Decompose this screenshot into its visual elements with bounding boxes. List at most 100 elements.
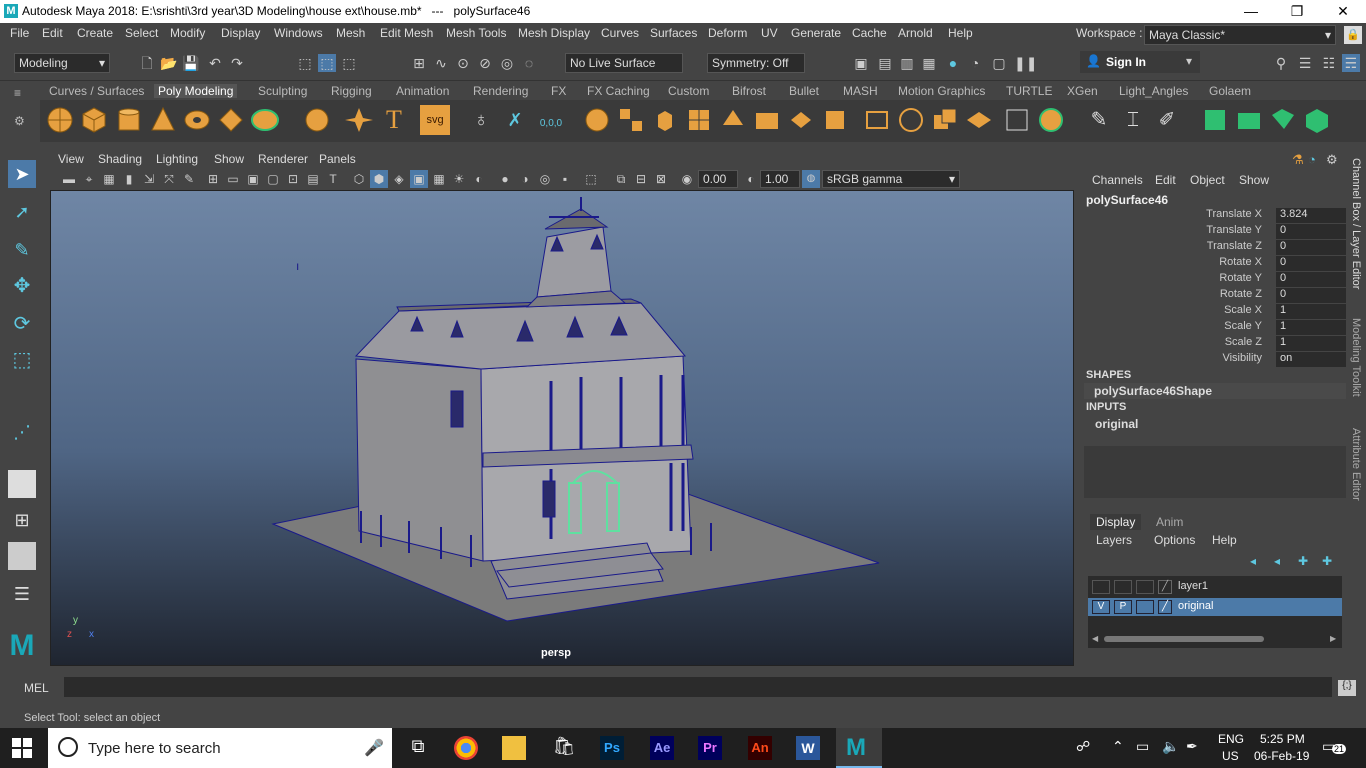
language-top[interactable]: ENG	[1218, 732, 1244, 746]
layer-visibility-toggle[interactable]	[1092, 580, 1110, 594]
scroll-left-icon[interactable]: ◀	[1092, 634, 1098, 643]
command-input[interactable]	[64, 677, 1332, 697]
layer-menu-help[interactable]: Help	[1212, 533, 1237, 547]
attribute-editor-icon[interactable]: ☰	[1296, 54, 1314, 72]
settings-gear-icon[interactable]: ⚙	[1326, 152, 1338, 168]
save-scene-icon[interactable]: 💾	[182, 54, 200, 72]
shape-row[interactable]: polySurface46Shape	[1084, 383, 1346, 399]
attr-row[interactable]: Visibility on	[1080, 352, 1346, 368]
attr-row[interactable]: Scale X 1	[1080, 304, 1346, 320]
color-space-dropdown[interactable]: sRGB gamma ▾	[822, 170, 960, 188]
attr-row[interactable]: Rotate Y 0	[1080, 272, 1346, 288]
rotate-tool-icon[interactable]: ⟳	[8, 310, 36, 338]
use-all-lights-icon[interactable]: ▦	[430, 170, 448, 188]
viewport-menu-panels[interactable]: Panels	[319, 152, 356, 166]
soft-select-icon[interactable]: ♁	[466, 105, 496, 135]
grid-toggle-icon[interactable]: ⊞	[204, 170, 222, 188]
show-hidden-icons-chevron-icon[interactable]: ⌃	[1112, 738, 1124, 755]
tab-attribute-editor[interactable]: Attribute Editor	[1350, 428, 1362, 501]
tab-turtle[interactable]: TURTLE	[1006, 84, 1052, 98]
snap-grid-icon[interactable]: ⊞	[410, 54, 428, 72]
menu-mesh-display[interactable]: Mesh Display	[518, 26, 590, 40]
snap-surface-icon[interactable]: ◎	[498, 54, 516, 72]
tab-animation[interactable]: Animation	[396, 84, 449, 98]
viewport[interactable]: ı y x z persp	[50, 190, 1074, 666]
layer-display-type-toggle[interactable]	[1136, 580, 1154, 594]
combine-icon[interactable]	[582, 105, 612, 135]
channel-menu-edit[interactable]: Edit	[1155, 173, 1176, 187]
menu-edit[interactable]: Edit	[42, 26, 63, 40]
tab-bifrost[interactable]: Bifrost	[732, 84, 766, 98]
after-effects-icon[interactable]: Ae	[650, 736, 674, 760]
attr-row[interactable]: Translate Y 0	[1080, 224, 1346, 240]
premiere-icon[interactable]: Pr	[698, 736, 722, 760]
menu-modify[interactable]: Modify	[170, 26, 205, 40]
menu-select[interactable]: Select	[125, 26, 158, 40]
menu-uv[interactable]: UV	[761, 26, 778, 40]
shadows-icon[interactable]: ☀	[450, 170, 468, 188]
menu-arnold[interactable]: Arnold	[898, 26, 933, 40]
attr-value[interactable]: 1	[1276, 304, 1346, 319]
xray-icon[interactable]: ⬚	[582, 170, 600, 188]
layer-playback-toggle[interactable]: P	[1114, 600, 1132, 614]
maya-taskbar-button[interactable]: M	[836, 728, 882, 768]
snap-view-icon[interactable]: ⊘	[476, 54, 494, 72]
new-layer-selected-icon[interactable]: ✚	[1322, 554, 1332, 568]
move-tool-icon[interactable]: ✥	[8, 272, 36, 300]
menu-file[interactable]: File	[10, 26, 29, 40]
xray-joints-icon[interactable]: ⧉	[612, 170, 630, 188]
gamma-field[interactable]: 1.00	[760, 170, 800, 188]
workspace-dropdown[interactable]: Maya Classic* ▾	[1144, 25, 1336, 45]
redo-icon[interactable]: ↷	[228, 54, 246, 72]
microphone-icon[interactable]: 🎤	[364, 738, 384, 758]
attr-value[interactable]: 1	[1276, 336, 1346, 351]
viewport-menu-lighting[interactable]: Lighting	[156, 152, 198, 166]
exposure-icon[interactable]: ◉	[678, 170, 696, 188]
reduce-icon[interactable]	[964, 105, 994, 135]
menu-windows[interactable]: Windows	[274, 26, 323, 40]
menu-curves[interactable]: Curves	[601, 26, 639, 40]
insert-edge-loop-icon[interactable]	[786, 105, 816, 135]
tab-anim[interactable]: Anim	[1156, 515, 1183, 529]
people-icon[interactable]: ☍	[1076, 738, 1090, 755]
show-shape-icon[interactable]: ◔	[1308, 152, 1316, 167]
wireframe-on-shaded-icon[interactable]: ◈	[390, 170, 408, 188]
script-editor-icon[interactable]: {;}	[1338, 680, 1356, 696]
render-settings-icon[interactable]: ▦	[920, 54, 938, 72]
last-tool-icon[interactable]: ⋰	[8, 418, 36, 446]
lattice-icon[interactable]: ⌶	[1118, 105, 1148, 135]
tab-curves-surfaces[interactable]: Curves / Surfaces	[49, 84, 144, 98]
attr-value[interactable]: on	[1276, 352, 1346, 367]
select-hierarchy-icon[interactable]: ⬚	[296, 54, 314, 72]
planar-mapping-icon[interactable]	[1002, 105, 1032, 135]
menu-mesh-tools[interactable]: Mesh Tools	[446, 26, 506, 40]
clock-time[interactable]: 5:25 PM	[1260, 732, 1305, 746]
bookmarks-icon[interactable]: ▦	[100, 170, 118, 188]
house-model[interactable]	[51, 191, 1073, 665]
render-sequence-icon[interactable]: ▤	[876, 54, 894, 72]
film-gate-icon[interactable]: ▭	[224, 170, 242, 188]
uv-editor-icon[interactable]	[1200, 105, 1230, 135]
snap-point-icon[interactable]: ⊙	[454, 54, 472, 72]
super-shape-icon[interactable]	[344, 105, 374, 135]
clock-date[interactable]: 06-Feb-19	[1254, 749, 1309, 763]
smooth-icon[interactable]	[862, 105, 892, 135]
paint-weights-icon[interactable]: ✎	[1084, 105, 1114, 135]
photoshop-icon[interactable]: Ps	[600, 736, 624, 760]
tab-xgen[interactable]: XGen	[1067, 84, 1098, 98]
channel-menu-show[interactable]: Show	[1239, 173, 1269, 187]
lock-icon[interactable]: 🔒	[1344, 26, 1362, 44]
image-plane-icon[interactable]: ⇲	[140, 170, 158, 188]
tab-poly-modeling[interactable]: Poly Modeling	[154, 84, 238, 98]
playblast-icon[interactable]: ▢	[990, 54, 1008, 72]
automatic-mapping-icon[interactable]	[1036, 105, 1066, 135]
paint-select-tool-icon[interactable]: ✎	[8, 236, 36, 264]
input-name[interactable]: original	[1095, 417, 1138, 431]
extrude-icon[interactable]	[650, 105, 680, 135]
close-button[interactable]: ✕	[1320, 0, 1366, 23]
open-scene-icon[interactable]: 📂	[160, 54, 178, 72]
poly-torus-icon[interactable]	[182, 105, 212, 135]
tab-bullet[interactable]: Bullet	[789, 84, 819, 98]
gate-mask-icon[interactable]: ▢	[264, 170, 282, 188]
outliner-layout-icon[interactable]: ☰	[8, 580, 36, 608]
